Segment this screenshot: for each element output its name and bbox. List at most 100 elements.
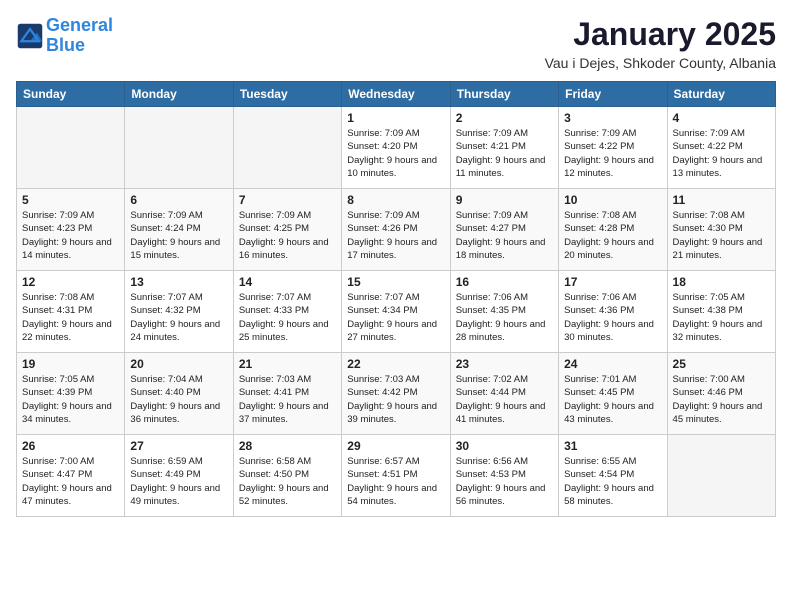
day-number: 30 bbox=[456, 439, 553, 453]
calendar-day-cell: 18 Sunrise: 7:05 AMSunset: 4:38 PMDayligh… bbox=[667, 271, 775, 353]
day-number: 3 bbox=[564, 111, 661, 125]
calendar-day-cell: 28Sunrise: 6:58 AMSunset: 4:50 PMDayligh… bbox=[233, 435, 341, 517]
calendar-day-cell: 24 Sunrise: 7:01 AMSunset: 4:45 PMDayligh… bbox=[559, 353, 667, 435]
location-subtitle: Vau i Dejes, Shkoder County, Albania bbox=[545, 55, 776, 71]
logo: General Blue bbox=[16, 16, 113, 56]
day-number: 23 bbox=[456, 357, 553, 371]
calendar-day-cell: 13 Sunrise: 7:07 AMSunset: 4:32 PMDayligh… bbox=[125, 271, 233, 353]
day-info: Sunrise: 7:01 AMSunset: 4:45 PMDaylight:… bbox=[564, 373, 661, 426]
calendar-day-cell: 20 Sunrise: 7:04 AMSunset: 4:40 PMDayligh… bbox=[125, 353, 233, 435]
calendar-day-cell: 17 Sunrise: 7:06 AMSunset: 4:36 PMDayligh… bbox=[559, 271, 667, 353]
day-info: Sunrise: 7:09 AMSunset: 4:27 PMDaylight:… bbox=[456, 209, 553, 262]
calendar-table: SundayMondayTuesdayWednesdayThursdayFrid… bbox=[16, 81, 776, 517]
day-number: 25 bbox=[673, 357, 770, 371]
calendar-day-cell bbox=[125, 107, 233, 189]
page-header: General Blue January 2025 Vau i Dejes, S… bbox=[16, 16, 776, 71]
day-info: Sunrise: 6:56 AMSunset: 4:53 PMDaylight:… bbox=[456, 455, 553, 508]
weekday-header-row: SundayMondayTuesdayWednesdayThursdayFrid… bbox=[17, 82, 776, 107]
day-number: 4 bbox=[673, 111, 770, 125]
day-number: 18 bbox=[673, 275, 770, 289]
day-info: Sunrise: 6:59 AMSunset: 4:49 PMDaylight:… bbox=[130, 455, 227, 508]
calendar-day-cell: 29Sunrise: 6:57 AMSunset: 4:51 PMDayligh… bbox=[342, 435, 450, 517]
day-number: 2 bbox=[456, 111, 553, 125]
day-number: 11 bbox=[673, 193, 770, 207]
logo-line1: General bbox=[46, 15, 113, 35]
calendar-day-cell: 10 Sunrise: 7:08 AMSunset: 4:28 PMDayligh… bbox=[559, 189, 667, 271]
day-number: 10 bbox=[564, 193, 661, 207]
day-info: Sunrise: 7:09 AMSunset: 4:20 PMDaylight:… bbox=[347, 127, 444, 180]
day-number: 21 bbox=[239, 357, 336, 371]
calendar-day-cell: 23 Sunrise: 7:02 AMSunset: 4:44 PMDayligh… bbox=[450, 353, 558, 435]
day-number: 19 bbox=[22, 357, 119, 371]
calendar-week-row: 26 Sunrise: 7:00 AMSunset: 4:47 PMDayligh… bbox=[17, 435, 776, 517]
calendar-day-cell: 14 Sunrise: 7:07 AMSunset: 4:33 PMDayligh… bbox=[233, 271, 341, 353]
day-number: 26 bbox=[22, 439, 119, 453]
calendar-day-cell: 12 Sunrise: 7:08 AMSunset: 4:31 PMDayligh… bbox=[17, 271, 125, 353]
day-number: 22 bbox=[347, 357, 444, 371]
calendar-day-cell: 21 Sunrise: 7:03 AMSunset: 4:41 PMDayligh… bbox=[233, 353, 341, 435]
day-info: Sunrise: 7:09 AMSunset: 4:26 PMDaylight:… bbox=[347, 209, 444, 262]
calendar-week-row: 19 Sunrise: 7:05 AMSunset: 4:39 PMDayligh… bbox=[17, 353, 776, 435]
day-info: Sunrise: 7:07 AMSunset: 4:32 PMDaylight:… bbox=[130, 291, 227, 344]
day-number: 31 bbox=[564, 439, 661, 453]
day-info: Sunrise: 7:08 AMSunset: 4:28 PMDaylight:… bbox=[564, 209, 661, 262]
day-info: Sunrise: 7:00 AMSunset: 4:47 PMDaylight:… bbox=[22, 455, 119, 508]
day-info: Sunrise: 7:07 AMSunset: 4:33 PMDaylight:… bbox=[239, 291, 336, 344]
calendar-day-cell: 27Sunrise: 6:59 AMSunset: 4:49 PMDayligh… bbox=[125, 435, 233, 517]
title-block: January 2025 Vau i Dejes, Shkoder County… bbox=[545, 16, 776, 71]
calendar-day-cell: 31 Sunrise: 6:55 AMSunset: 4:54 PMDayligh… bbox=[559, 435, 667, 517]
day-number: 12 bbox=[22, 275, 119, 289]
day-number: 24 bbox=[564, 357, 661, 371]
day-number: 7 bbox=[239, 193, 336, 207]
day-info: Sunrise: 7:03 AMSunset: 4:41 PMDaylight:… bbox=[239, 373, 336, 426]
calendar-day-cell bbox=[233, 107, 341, 189]
weekday-header-sunday: Sunday bbox=[17, 82, 125, 107]
day-info: Sunrise: 7:08 AMSunset: 4:30 PMDaylight:… bbox=[673, 209, 770, 262]
calendar-day-cell bbox=[17, 107, 125, 189]
day-number: 1 bbox=[347, 111, 444, 125]
calendar-day-cell: 22Sunrise: 7:03 AMSunset: 4:42 PMDayligh… bbox=[342, 353, 450, 435]
day-info: Sunrise: 7:05 AMSunset: 4:38 PMDaylight:… bbox=[673, 291, 770, 344]
weekday-header-wednesday: Wednesday bbox=[342, 82, 450, 107]
calendar-day-cell: 1 Sunrise: 7:09 AMSunset: 4:20 PMDaylight… bbox=[342, 107, 450, 189]
day-info: Sunrise: 7:05 AMSunset: 4:39 PMDaylight:… bbox=[22, 373, 119, 426]
day-info: Sunrise: 6:55 AMSunset: 4:54 PMDaylight:… bbox=[564, 455, 661, 508]
day-number: 6 bbox=[130, 193, 227, 207]
calendar-day-cell: 8 Sunrise: 7:09 AMSunset: 4:26 PMDaylight… bbox=[342, 189, 450, 271]
day-info: Sunrise: 7:09 AMSunset: 4:21 PMDaylight:… bbox=[456, 127, 553, 180]
calendar-day-cell: 19 Sunrise: 7:05 AMSunset: 4:39 PMDayligh… bbox=[17, 353, 125, 435]
day-number: 9 bbox=[456, 193, 553, 207]
calendar-day-cell bbox=[667, 435, 775, 517]
day-number: 14 bbox=[239, 275, 336, 289]
day-info: Sunrise: 7:09 AMSunset: 4:24 PMDaylight:… bbox=[130, 209, 227, 262]
day-info: Sunrise: 7:09 AMSunset: 4:25 PMDaylight:… bbox=[239, 209, 336, 262]
month-title: January 2025 bbox=[545, 16, 776, 53]
day-number: 15 bbox=[347, 275, 444, 289]
weekday-header-monday: Monday bbox=[125, 82, 233, 107]
calendar-day-cell: 6 Sunrise: 7:09 AMSunset: 4:24 PMDaylight… bbox=[125, 189, 233, 271]
day-number: 8 bbox=[347, 193, 444, 207]
day-info: Sunrise: 7:02 AMSunset: 4:44 PMDaylight:… bbox=[456, 373, 553, 426]
day-info: Sunrise: 7:06 AMSunset: 4:35 PMDaylight:… bbox=[456, 291, 553, 344]
day-number: 28 bbox=[239, 439, 336, 453]
calendar-week-row: 5Sunrise: 7:09 AMSunset: 4:23 PMDaylight… bbox=[17, 189, 776, 271]
calendar-day-cell: 9 Sunrise: 7:09 AMSunset: 4:27 PMDaylight… bbox=[450, 189, 558, 271]
day-number: 16 bbox=[456, 275, 553, 289]
calendar-day-cell: 7 Sunrise: 7:09 AMSunset: 4:25 PMDaylight… bbox=[233, 189, 341, 271]
day-number: 20 bbox=[130, 357, 227, 371]
day-info: Sunrise: 7:08 AMSunset: 4:31 PMDaylight:… bbox=[22, 291, 119, 344]
day-info: Sunrise: 7:09 AMSunset: 4:23 PMDaylight:… bbox=[22, 209, 119, 262]
calendar-week-row: 1 Sunrise: 7:09 AMSunset: 4:20 PMDaylight… bbox=[17, 107, 776, 189]
calendar-day-cell: 11 Sunrise: 7:08 AMSunset: 4:30 PMDayligh… bbox=[667, 189, 775, 271]
day-number: 13 bbox=[130, 275, 227, 289]
weekday-header-saturday: Saturday bbox=[667, 82, 775, 107]
day-info: Sunrise: 7:06 AMSunset: 4:36 PMDaylight:… bbox=[564, 291, 661, 344]
weekday-header-tuesday: Tuesday bbox=[233, 82, 341, 107]
calendar-day-cell: 4Sunrise: 7:09 AMSunset: 4:22 PMDaylight… bbox=[667, 107, 775, 189]
day-info: Sunrise: 7:04 AMSunset: 4:40 PMDaylight:… bbox=[130, 373, 227, 426]
day-info: Sunrise: 7:07 AMSunset: 4:34 PMDaylight:… bbox=[347, 291, 444, 344]
calendar-day-cell: 5Sunrise: 7:09 AMSunset: 4:23 PMDaylight… bbox=[17, 189, 125, 271]
day-info: Sunrise: 6:57 AMSunset: 4:51 PMDaylight:… bbox=[347, 455, 444, 508]
logo-icon bbox=[16, 22, 44, 50]
day-number: 17 bbox=[564, 275, 661, 289]
